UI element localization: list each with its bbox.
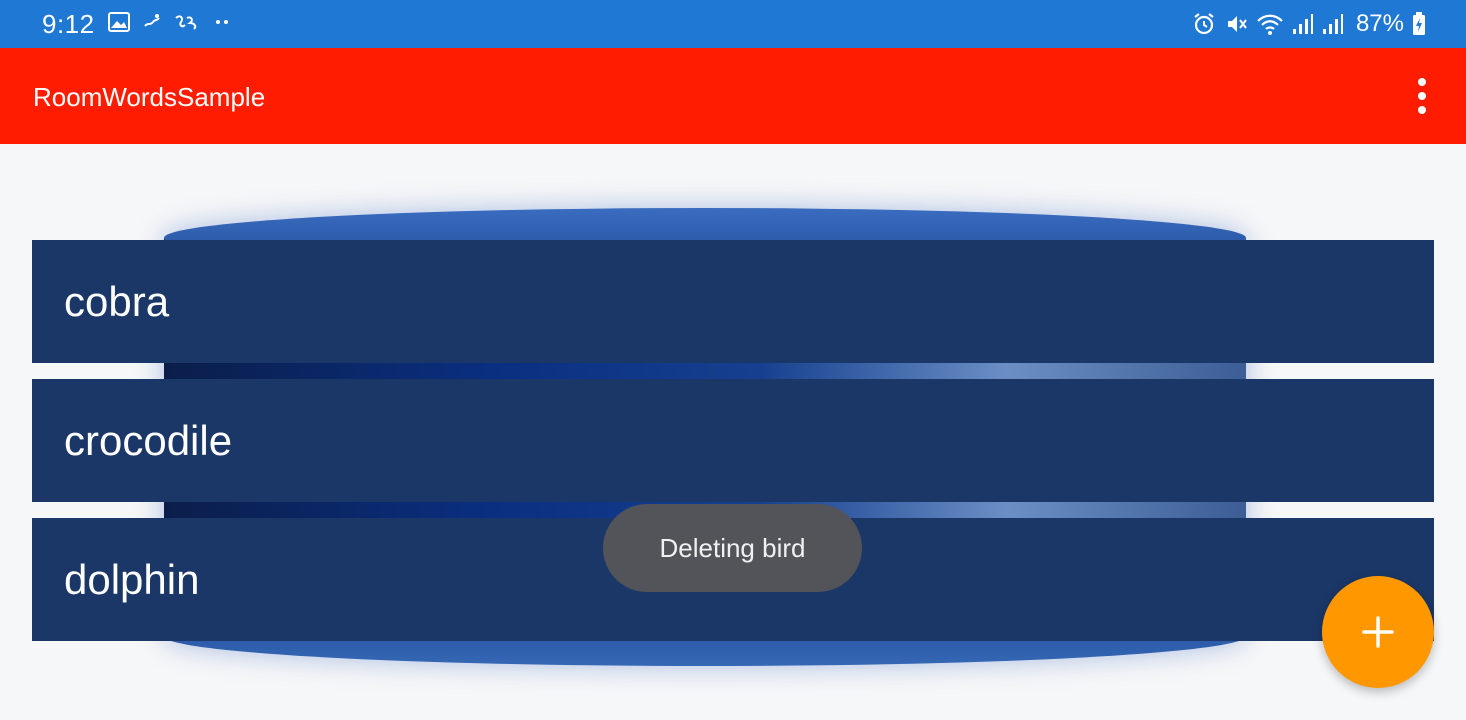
list-item[interactable]: cobra — [32, 240, 1434, 363]
app-title: RoomWordsSample — [33, 82, 266, 112]
word-text: dolphin — [64, 555, 200, 603]
add-icon — [1361, 615, 1395, 649]
signal-icon — [1322, 13, 1344, 35]
list-item[interactable]: crocodile — [32, 379, 1434, 502]
status-right-icons: 87% — [1192, 10, 1426, 38]
alarm-icon — [1192, 12, 1216, 36]
wifi-icon — [1256, 12, 1284, 36]
signal-icon — [1292, 13, 1314, 35]
toast-message: Deleting bird — [603, 504, 862, 592]
status-left-icons — [108, 12, 232, 32]
word-list: cobra crocodile dolphin Deleting bird — [0, 144, 1466, 720]
status-bar: 9:12 87% — [0, 0, 1466, 48]
battery-percent: 87% — [1355, 10, 1404, 37]
add-word-button[interactable] — [1322, 576, 1434, 688]
notification-icon — [142, 12, 162, 32]
word-text: cobra — [64, 277, 170, 325]
more-notifications-icon — [212, 12, 232, 32]
bengali-app-icon — [174, 12, 200, 32]
more-vert-icon[interactable] — [1410, 78, 1434, 114]
status-time: 9:12 — [42, 9, 95, 39]
vibrate-icon — [1224, 12, 1248, 36]
word-text: crocodile — [64, 416, 233, 464]
battery-charging-icon — [1412, 12, 1426, 36]
app-bar: RoomWordsSample — [0, 48, 1466, 144]
image-icon — [108, 12, 130, 32]
toast-text: Deleting bird — [659, 532, 806, 563]
